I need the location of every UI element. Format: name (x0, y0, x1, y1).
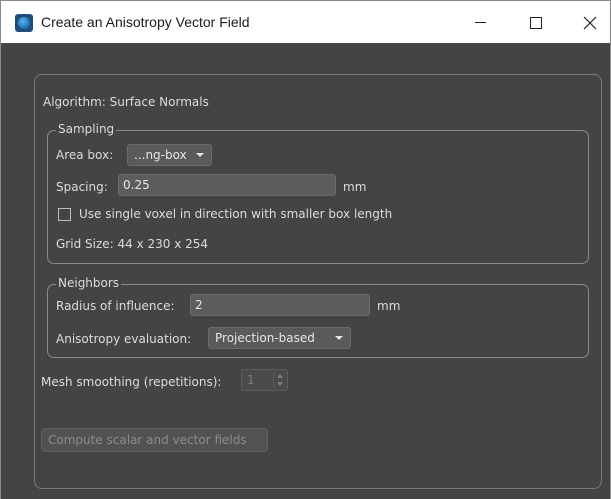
maximize-button[interactable] (513, 1, 559, 44)
sampling-group-title: Sampling (56, 122, 117, 136)
radius-input[interactable]: 2 (190, 294, 370, 316)
title-bar: Create an Anisotropy Vector Field (0, 0, 611, 43)
minimize-icon (474, 22, 486, 23)
anisotropy-label: Anisotropy evaluation: (56, 332, 192, 346)
chevron-down-icon (335, 336, 343, 340)
grid-size-label: Grid Size: 44 x 230 x 254 (56, 237, 208, 251)
spin-up-icon (277, 374, 283, 378)
grid-size-caption: Grid Size: (56, 237, 114, 251)
grid-size-value: 44 x 230 x 254 (117, 237, 209, 251)
area-box-value: ...ng-box (134, 148, 187, 162)
anisotropy-dropdown[interactable]: Projection-based (208, 327, 351, 349)
single-voxel-label: Use single voxel in direction with small… (79, 207, 393, 221)
close-button[interactable] (567, 1, 611, 44)
minimize-button[interactable] (457, 1, 503, 44)
chevron-down-icon (196, 153, 204, 157)
spin-down-icon (277, 382, 283, 386)
compute-fields-button[interactable]: Compute scalar and vector fields (41, 428, 268, 452)
algorithm-label: Algorithm: Surface Normals (43, 95, 209, 109)
spacing-input[interactable]: 0.25 (118, 174, 336, 196)
spacing-label: Spacing: (56, 180, 108, 194)
area-box-label: Area box: (56, 148, 114, 162)
dialog-body: Algorithm: Surface Normals Sampling Area… (0, 43, 611, 499)
spacing-unit: mm (343, 180, 367, 194)
radius-label: Radius of influence: (56, 299, 175, 313)
neighbors-group-title: Neighbors (56, 276, 122, 290)
anisotropy-value: Projection-based (215, 331, 315, 345)
close-icon (583, 16, 597, 29)
single-voxel-checkbox[interactable] (58, 208, 71, 221)
mesh-smoothing-spinbox[interactable]: 1 (241, 369, 288, 391)
maximize-icon (530, 16, 542, 29)
app-icon (15, 14, 33, 32)
mesh-smoothing-value: 1 (247, 373, 255, 387)
window-title: Create an Anisotropy Vector Field (41, 14, 250, 30)
area-box-dropdown[interactable]: ...ng-box (127, 144, 212, 166)
mesh-smoothing-label: Mesh smoothing (repetitions): (41, 375, 222, 389)
spin-arrows-icon[interactable] (273, 372, 285, 388)
radius-unit: mm (377, 299, 401, 313)
